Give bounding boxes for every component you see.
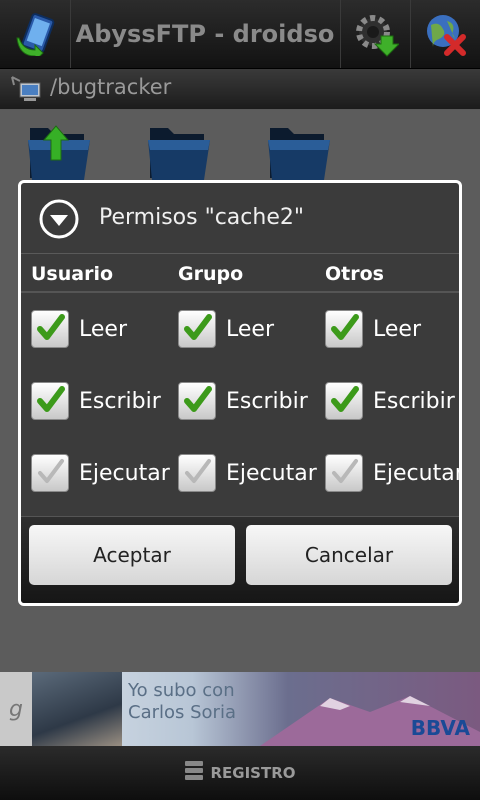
header-divider: [21, 291, 459, 293]
ad-line2: Carlos Soria: [128, 702, 236, 723]
dialog-button-bar: Aceptar Cancelar: [21, 516, 459, 603]
checkbox-unchecked[interactable]: [178, 454, 216, 492]
ad-banner[interactable]: g Yo subo con Carlos Soria BBVA: [0, 672, 480, 746]
checkbox-checked[interactable]: [325, 310, 363, 348]
usuario-leer-checkbox[interactable]: Leer: [31, 310, 127, 348]
folder-up-icon[interactable]: [22, 118, 94, 182]
chevron-down-circle-icon: [39, 199, 79, 239]
ad-brand: BBVA: [410, 716, 470, 740]
checkbox-checked[interactable]: [178, 310, 216, 348]
checkbox-label: Ejecutar: [226, 460, 317, 486]
checkbox-label: Escribir: [226, 388, 308, 414]
checkbox-unchecked[interactable]: [325, 454, 363, 492]
checkbox-label: Escribir: [79, 388, 161, 414]
bottom-bar[interactable]: REGISTRO: [0, 746, 480, 800]
gear-download-icon[interactable]: [341, 0, 409, 68]
cancel-button[interactable]: Cancelar: [246, 525, 452, 585]
column-header-grupo: Grupo: [178, 263, 244, 285]
grupo-escribir-checkbox[interactable]: Escribir: [178, 382, 308, 420]
usuario-escribir-checkbox[interactable]: Escribir: [31, 382, 161, 420]
checkbox-checked[interactable]: [31, 310, 69, 348]
registro-label: REGISTRO: [210, 764, 296, 782]
otros-ejecutar-checkbox[interactable]: Ejecutar: [325, 454, 462, 492]
checkbox-checked[interactable]: [325, 382, 363, 420]
app-title: AbyssFTP - droidso: [75, 20, 335, 48]
checkbox-unchecked[interactable]: [31, 454, 69, 492]
folder-icon[interactable]: [262, 118, 334, 182]
dialog-header: Permisos "cache2": [21, 183, 459, 254]
permissions-dialog: Permisos "cache2" Usuario Grupo Otros Le…: [18, 180, 462, 606]
checkbox-label: Leer: [373, 316, 421, 342]
phone-sync-icon[interactable]: [0, 0, 70, 68]
accept-button[interactable]: Aceptar: [29, 525, 235, 585]
checkbox-label: Ejecutar: [79, 460, 170, 486]
ad-climber-image: [32, 672, 122, 746]
checkbox-label: Ejecutar: [373, 460, 462, 486]
checkbox-label: Leer: [79, 316, 127, 342]
column-header-usuario: Usuario: [31, 263, 114, 285]
network-computer-icon: [10, 75, 42, 103]
checkbox-checked[interactable]: [31, 382, 69, 420]
current-path: /bugtracker: [50, 75, 172, 99]
checkbox-checked[interactable]: [178, 382, 216, 420]
ad-text: Yo subo con Carlos Soria: [128, 680, 236, 724]
dialog-title: Permisos "cache2": [99, 205, 304, 230]
grupo-ejecutar-checkbox[interactable]: Ejecutar: [178, 454, 317, 492]
checkbox-label: Leer: [226, 316, 274, 342]
otros-leer-checkbox[interactable]: Leer: [325, 310, 421, 348]
path-bar: /bugtracker: [0, 69, 480, 109]
checkbox-label: Escribir: [373, 388, 455, 414]
ad-line1: Yo subo con: [128, 680, 235, 701]
globe-disconnect-icon[interactable]: [411, 0, 480, 68]
top-bar: AbyssFTP - droidso: [0, 0, 480, 69]
folder-icon[interactable]: [142, 118, 214, 182]
otros-escribir-checkbox[interactable]: Escribir: [325, 382, 455, 420]
usuario-ejecutar-checkbox[interactable]: Ejecutar: [31, 454, 170, 492]
ad-badge: g: [0, 672, 32, 746]
server-icon: [184, 760, 204, 786]
column-header-otros: Otros: [325, 263, 384, 285]
grupo-leer-checkbox[interactable]: Leer: [178, 310, 274, 348]
